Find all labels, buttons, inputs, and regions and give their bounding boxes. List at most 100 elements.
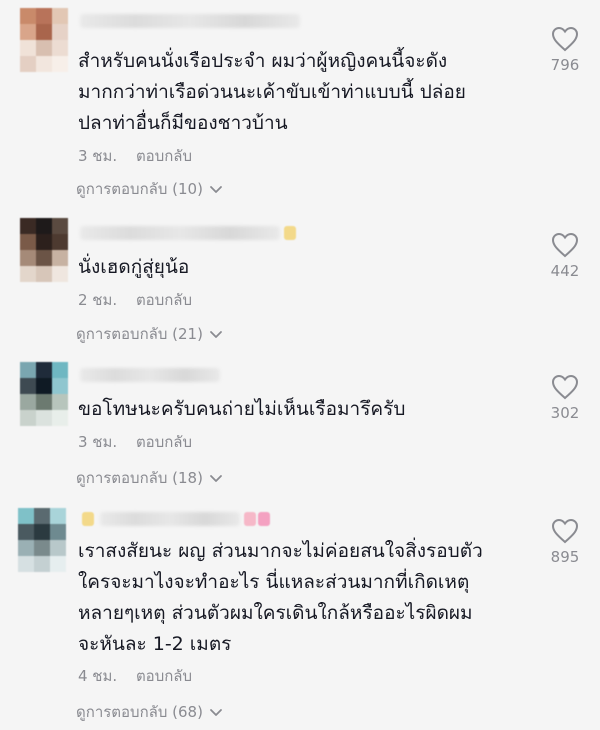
avatar-pixel — [18, 556, 34, 572]
chevron-down-icon — [210, 709, 222, 716]
like-button[interactable]: 302 — [540, 374, 590, 422]
avatar-pixel — [36, 378, 52, 394]
avatar-pixel — [20, 394, 36, 410]
avatar-pixel — [18, 524, 34, 540]
avatar-pixel — [52, 234, 68, 250]
avatar-pixel — [36, 394, 52, 410]
avatar-pixel — [20, 266, 36, 282]
reply-button[interactable]: ตอบกลับ — [136, 433, 192, 451]
heart-outline-icon — [551, 518, 579, 544]
avatar-pixel — [20, 378, 36, 394]
comment-time: 4 ชม. — [78, 667, 118, 685]
like-count: 302 — [550, 404, 580, 422]
avatar-pixel — [36, 218, 52, 234]
like-button[interactable]: 895 — [540, 518, 590, 566]
avatar-pixel — [36, 24, 52, 40]
avatar-pixel — [34, 524, 50, 540]
avatar-pixel — [52, 394, 68, 410]
avatar[interactable] — [20, 8, 68, 72]
avatar-pixel — [34, 556, 50, 572]
avatar-pixel — [20, 234, 36, 250]
view-replies-label: ดูการตอบกลับ (68) — [76, 703, 203, 721]
comment-meta: 2 ชม. ตอบกลับ — [78, 288, 192, 312]
avatar-pixel — [36, 8, 52, 24]
like-count: 442 — [550, 262, 580, 280]
avatar-pixel — [50, 540, 66, 556]
username-blurred[interactable] — [80, 368, 220, 382]
avatar-pixel — [20, 40, 36, 56]
view-replies-button[interactable]: ดูการตอบกลับ (68) — [76, 700, 223, 724]
avatar-pixel — [36, 56, 52, 72]
comment-text: สำหรับคนนั่งเรือประจำ ผมว่าผู้หญิงคนนี้จ… — [78, 50, 466, 134]
view-replies-button[interactable]: ดูการตอบกลับ (10) — [76, 177, 223, 201]
avatar-pixel — [20, 218, 36, 234]
avatar-pixel — [52, 218, 68, 234]
name-decoration — [82, 512, 94, 526]
name-decoration — [258, 512, 270, 526]
avatar-pixel — [50, 508, 66, 524]
avatar-pixel — [18, 540, 34, 556]
view-replies-label: ดูการตอบกลับ (18) — [76, 469, 203, 487]
avatar-pixel — [52, 24, 68, 40]
avatar-pixel — [20, 56, 36, 72]
comment-text: เราสงสัยนะ ผญ ส่วนมากจะไม่ค่อยสนใจสิ่งรอ… — [78, 540, 483, 655]
like-button[interactable]: 442 — [540, 232, 590, 280]
heart-outline-icon — [551, 232, 579, 258]
reply-button[interactable]: ตอบกลับ — [136, 667, 192, 685]
username-blurred[interactable] — [80, 14, 300, 28]
comment-meta: 4 ชม. ตอบกลับ — [78, 664, 192, 688]
reply-button[interactable]: ตอบกลับ — [136, 147, 192, 165]
avatar-pixel — [36, 362, 52, 378]
avatar-pixel — [52, 410, 68, 426]
like-button[interactable]: 796 — [540, 26, 590, 74]
avatar-pixel — [50, 524, 66, 540]
heart-outline-icon — [551, 374, 579, 400]
name-decoration — [244, 512, 256, 526]
like-count: 796 — [550, 56, 580, 74]
chevron-down-icon — [210, 475, 222, 482]
avatar-pixel — [20, 410, 36, 426]
comment-time: 3 ชม. — [78, 433, 118, 451]
avatar-pixel — [52, 40, 68, 56]
view-replies-label: ดูการตอบกลับ (10) — [76, 180, 203, 198]
heart-outline-icon — [551, 26, 579, 52]
avatar-pixel — [18, 508, 34, 524]
avatar-pixel — [52, 266, 68, 282]
avatar-pixel — [52, 8, 68, 24]
reply-button[interactable]: ตอบกลับ — [136, 291, 192, 309]
avatar-pixel — [36, 234, 52, 250]
avatar-pixel — [36, 250, 52, 266]
like-count: 895 — [550, 548, 580, 566]
avatar-pixel — [36, 40, 52, 56]
avatar-pixel — [52, 362, 68, 378]
comment-text: นั่งเฮดกู่สู่ยุน้อ — [78, 256, 190, 278]
view-replies-button[interactable]: ดูการตอบกลับ (21) — [76, 322, 223, 346]
comment-time: 2 ชม. — [78, 291, 118, 309]
avatar-pixel — [52, 378, 68, 394]
chevron-down-icon — [210, 186, 222, 193]
avatar-pixel — [36, 410, 52, 426]
view-replies-label: ดูการตอบกลับ (21) — [76, 325, 203, 343]
comment-meta: 3 ชม. ตอบกลับ — [78, 430, 192, 454]
avatar-pixel — [50, 556, 66, 572]
avatar-pixel — [20, 24, 36, 40]
chevron-down-icon — [210, 331, 222, 338]
username-blurred[interactable] — [80, 226, 280, 240]
avatar-pixel — [34, 508, 50, 524]
view-replies-button[interactable]: ดูการตอบกลับ (18) — [76, 466, 223, 490]
comment-text: ขอโทษนะครับคนถ่ายไม่เห็นเรือมารึครับ — [78, 398, 406, 420]
name-decoration — [284, 226, 296, 240]
avatar[interactable] — [18, 508, 66, 572]
avatar-pixel — [20, 8, 36, 24]
avatar-pixel — [34, 540, 50, 556]
avatar-pixel — [20, 250, 36, 266]
avatar-pixel — [52, 250, 68, 266]
avatar-pixel — [52, 56, 68, 72]
username-blurred[interactable] — [100, 512, 240, 526]
avatar[interactable] — [20, 218, 68, 282]
comment-time: 3 ชม. — [78, 147, 118, 165]
avatar-pixel — [36, 266, 52, 282]
avatar[interactable] — [20, 362, 68, 426]
comment-meta: 3 ชม. ตอบกลับ — [78, 144, 192, 168]
avatar-pixel — [20, 362, 36, 378]
